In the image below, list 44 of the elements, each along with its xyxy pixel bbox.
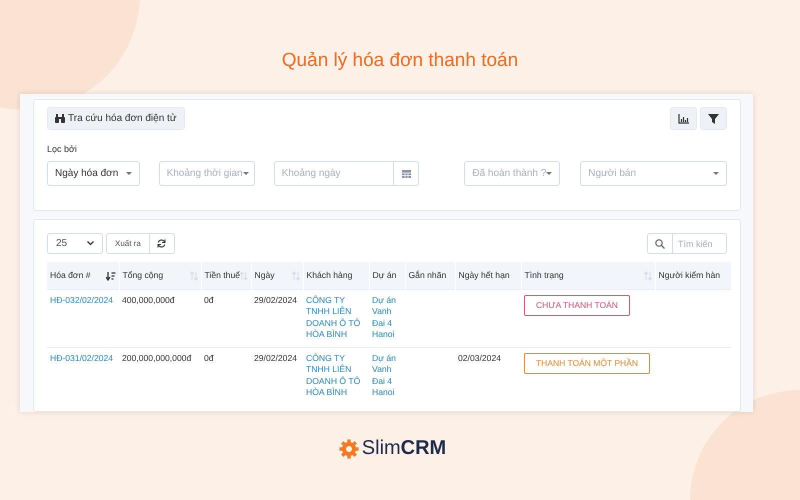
filter-label: Lọc bởi — [47, 144, 78, 154]
lookup-button[interactable]: Tra cứu hóa đơn điện tử — [47, 107, 185, 130]
column-header[interactable]: Ngày hết hạn — [455, 262, 521, 290]
brand-logo-text: SlimCRM — [362, 437, 446, 460]
chevron-down-icon — [87, 241, 94, 246]
chart-button[interactable] — [670, 107, 697, 130]
gear-logo-icon — [338, 438, 359, 458]
project-link[interactable]: Dự án Vanh Đai 4 Hanoi — [372, 295, 402, 340]
table-cell: 200,000,000,000đ — [119, 348, 201, 406]
table-cell: 0đ — [201, 348, 251, 406]
filter-icon — [708, 114, 719, 124]
page-size-select[interactable]: 25 — [47, 233, 103, 254]
binoculars-icon — [55, 114, 65, 123]
status-badge: THANH TOÁN MỘT PHẦN — [524, 353, 650, 374]
export-button[interactable]: Xuất ra — [106, 233, 150, 254]
column-header[interactable]: Dự án — [369, 262, 405, 290]
table-cell: 02/03/2024 — [455, 348, 521, 406]
table-cell: 400,000,000đ — [119, 290, 201, 348]
sort-descending-icon[interactable] — [106, 270, 116, 281]
refresh-icon — [157, 239, 166, 248]
status-badge: CHƯA THANH TOÁN — [524, 295, 630, 316]
column-header[interactable]: Ngày — [251, 262, 303, 290]
table-cell: 0đ — [201, 290, 251, 348]
bar-chart-icon — [678, 114, 689, 124]
project-link[interactable]: Dự án Vanh Đai 4 Hanoi — [372, 353, 402, 398]
invoice-link[interactable]: HĐ-032/02/2024 — [50, 295, 116, 306]
column-header[interactable]: Tình trạng — [521, 262, 655, 290]
table-cell: 29/02/2024 — [251, 290, 303, 348]
column-header[interactable]: Người kiếm hàn — [655, 262, 731, 290]
column-header[interactable]: Tiền thuế — [201, 262, 251, 290]
column-header[interactable]: Hóa đơn # — [47, 262, 119, 290]
page-title: Quản lý hóa đơn thanh toán — [282, 50, 518, 73]
refresh-button[interactable] — [150, 233, 175, 254]
filter-button[interactable] — [700, 107, 727, 130]
calendar-icon — [402, 169, 411, 178]
select-field[interactable]: Ngày hóa đơn — [47, 161, 140, 186]
customer-link[interactable]: CÔNG TY TNHH LIÊN DOANH Ô TÔ HÒA BÌNH — [306, 353, 366, 398]
table-cell: 29/02/2024 — [251, 348, 303, 406]
search-icon — [655, 238, 665, 248]
column-header[interactable]: Tổng cộng — [119, 262, 201, 290]
column-header[interactable]: Gắn nhãn — [405, 262, 455, 290]
customer-link[interactable]: CÔNG TY TNHH LIÊN DOANH Ô TÔ HÒA BÌNH — [306, 295, 366, 340]
column-header[interactable]: Khách hàng — [303, 262, 369, 290]
invoice-link[interactable]: HĐ-031/02/2024 — [50, 353, 116, 364]
